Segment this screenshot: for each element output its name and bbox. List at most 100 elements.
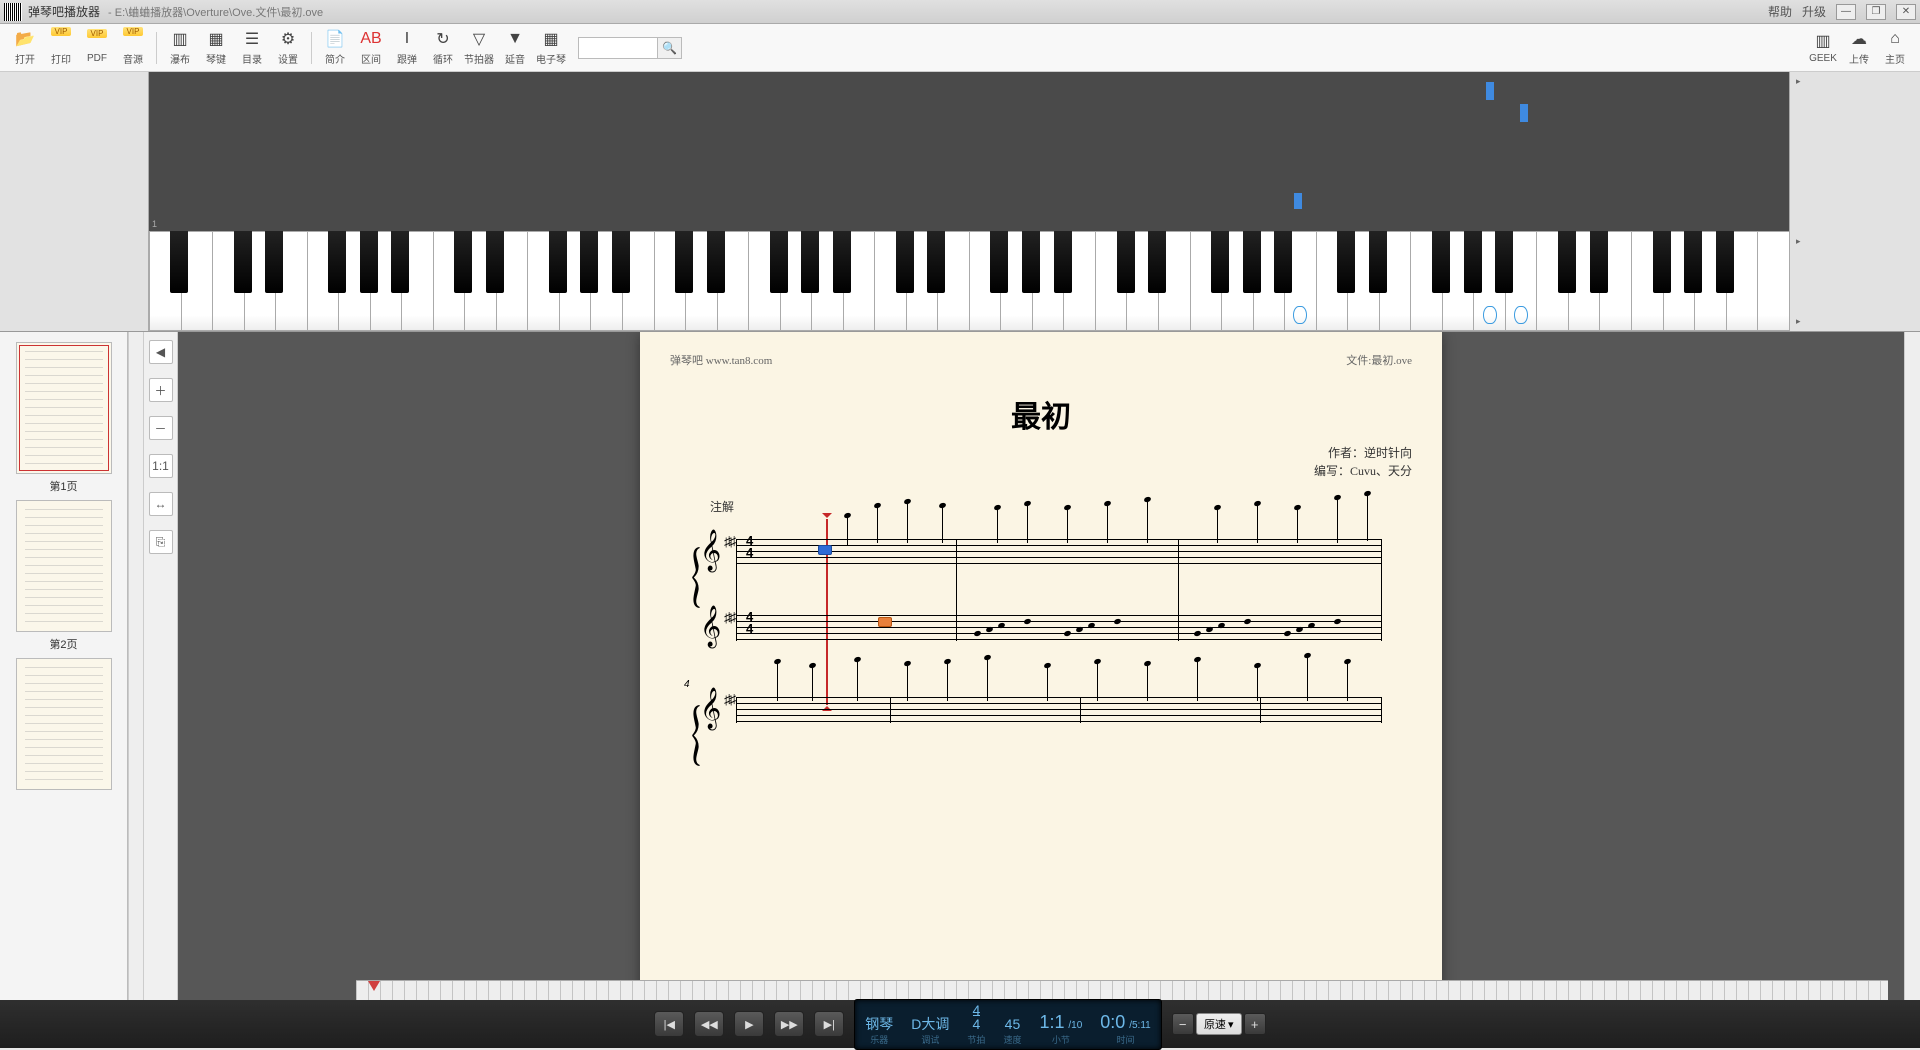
help-link[interactable]: 帮助: [1768, 3, 1792, 20]
upgrade-link[interactable]: 升级: [1802, 3, 1826, 20]
white-key[interactable]: [622, 231, 654, 331]
white-key[interactable]: [1473, 231, 1505, 331]
page-thumbnail-2[interactable]: [16, 500, 112, 632]
white-key[interactable]: [1757, 231, 1789, 331]
metronome-button[interactable]: ▽节拍器: [462, 26, 496, 70]
search-button[interactable]: 🔍: [658, 37, 682, 59]
tempo-minus-button[interactable]: −: [1172, 1013, 1194, 1035]
white-key[interactable]: [1095, 231, 1127, 331]
white-key[interactable]: [1568, 231, 1600, 331]
white-key[interactable]: [370, 231, 402, 331]
keyboard[interactable]: [149, 231, 1789, 331]
minimize-button[interactable]: —: [1836, 4, 1856, 20]
arrow-icon[interactable]: ▸: [1796, 236, 1801, 247]
arrow-icon[interactable]: ▸: [1796, 316, 1801, 327]
white-key[interactable]: [149, 231, 181, 331]
thumb-scrollbar[interactable]: [128, 332, 144, 1000]
collapse-button[interactable]: ◀: [149, 340, 173, 364]
white-key[interactable]: [1442, 231, 1474, 331]
epiano-button[interactable]: ▦电子琴: [534, 26, 568, 70]
white-key[interactable]: [338, 231, 370, 331]
timeline-ruler[interactable]: [356, 980, 1888, 1000]
pdf-button[interactable]: VIPPDF: [80, 26, 114, 70]
section-button[interactable]: AB区间: [354, 26, 388, 70]
export-button[interactable]: ⎘: [149, 530, 173, 554]
white-key[interactable]: [1536, 231, 1568, 331]
white-key[interactable]: [874, 231, 906, 331]
piano-roll[interactable]: 1: [149, 72, 1789, 231]
home-button[interactable]: ⌂主页: [1878, 26, 1912, 70]
white-key[interactable]: [212, 231, 244, 331]
page-thumbnail-1[interactable]: [16, 342, 112, 474]
start-flag-icon[interactable]: [368, 981, 380, 997]
white-key[interactable]: [1284, 231, 1316, 331]
white-key[interactable]: [843, 231, 875, 331]
white-key[interactable]: [1190, 231, 1222, 331]
white-key[interactable]: [181, 231, 213, 331]
white-key[interactable]: [1000, 231, 1032, 331]
white-key[interactable]: [1694, 231, 1726, 331]
white-key[interactable]: [1221, 231, 1253, 331]
white-key[interactable]: [1663, 231, 1695, 331]
waterfall-button[interactable]: ▥瀑布: [163, 26, 197, 70]
white-key[interactable]: [685, 231, 717, 331]
settings-button[interactable]: ⚙设置: [271, 26, 305, 70]
keys-button[interactable]: ▦琴键: [199, 26, 233, 70]
white-key[interactable]: [1126, 231, 1158, 331]
tempo-value[interactable]: 原速 ▾: [1196, 1013, 1242, 1035]
white-key[interactable]: [1063, 231, 1095, 331]
tempo-plus-button[interactable]: +: [1244, 1013, 1266, 1035]
rewind-button[interactable]: ◀◀: [694, 1011, 724, 1037]
sustain-button[interactable]: ▼延音: [498, 26, 532, 70]
forward-button[interactable]: ▶▶: [774, 1011, 804, 1037]
first-button[interactable]: |◀: [654, 1011, 684, 1037]
white-key[interactable]: [1253, 231, 1285, 331]
upload-button[interactable]: ☁上传: [1842, 26, 1876, 70]
arrow-icon[interactable]: ▸: [1796, 76, 1801, 87]
zoom-out-button[interactable]: －: [149, 416, 173, 440]
white-key[interactable]: [906, 231, 938, 331]
white-key[interactable]: [1599, 231, 1631, 331]
white-key[interactable]: [1410, 231, 1442, 331]
open-button[interactable]: 📂打开: [8, 26, 42, 70]
page-thumbnail-3[interactable]: [16, 658, 112, 790]
white-key[interactable]: [717, 231, 749, 331]
score-viewport[interactable]: 弹琴吧 www.tan8.com 文件:最初.ove 最初 作者：逆时针向 编写…: [178, 332, 1904, 1000]
white-key[interactable]: [811, 231, 843, 331]
white-key[interactable]: [559, 231, 591, 331]
white-key[interactable]: [1032, 231, 1064, 331]
toc-button[interactable]: ☰目录: [235, 26, 269, 70]
white-key[interactable]: [307, 231, 339, 331]
white-key[interactable]: [1379, 231, 1411, 331]
white-key[interactable]: [654, 231, 686, 331]
follow-button[interactable]: I跟弹: [390, 26, 424, 70]
white-key[interactable]: [433, 231, 465, 331]
zoom-in-button[interactable]: ＋: [149, 378, 173, 402]
fit-button[interactable]: 1:1: [149, 454, 173, 478]
white-key[interactable]: [1505, 231, 1537, 331]
sound-button[interactable]: VIP音源: [116, 26, 150, 70]
white-key[interactable]: [1726, 231, 1758, 331]
white-key[interactable]: [1347, 231, 1379, 331]
white-key[interactable]: [748, 231, 780, 331]
white-key[interactable]: [937, 231, 969, 331]
white-key[interactable]: [969, 231, 1001, 331]
close-button[interactable]: ✕: [1896, 4, 1916, 20]
white-key[interactable]: [275, 231, 307, 331]
white-key[interactable]: [1316, 231, 1348, 331]
last-button[interactable]: ▶|: [814, 1011, 844, 1037]
geek-button[interactable]: ▥GEEK: [1806, 26, 1840, 70]
fit-width-button[interactable]: ↔: [149, 492, 173, 516]
search-input[interactable]: [578, 37, 658, 59]
white-key[interactable]: [1631, 231, 1663, 331]
intro-button[interactable]: 📄简介: [318, 26, 352, 70]
print-button[interactable]: VIP打印: [44, 26, 78, 70]
white-key[interactable]: [401, 231, 433, 331]
vertical-scrollbar[interactable]: [1904, 332, 1920, 1000]
white-key[interactable]: [780, 231, 812, 331]
loop-button[interactable]: ↻循环: [426, 26, 460, 70]
white-key[interactable]: [1158, 231, 1190, 331]
play-button[interactable]: ▶: [734, 1011, 764, 1037]
white-key[interactable]: [464, 231, 496, 331]
white-key[interactable]: [244, 231, 276, 331]
